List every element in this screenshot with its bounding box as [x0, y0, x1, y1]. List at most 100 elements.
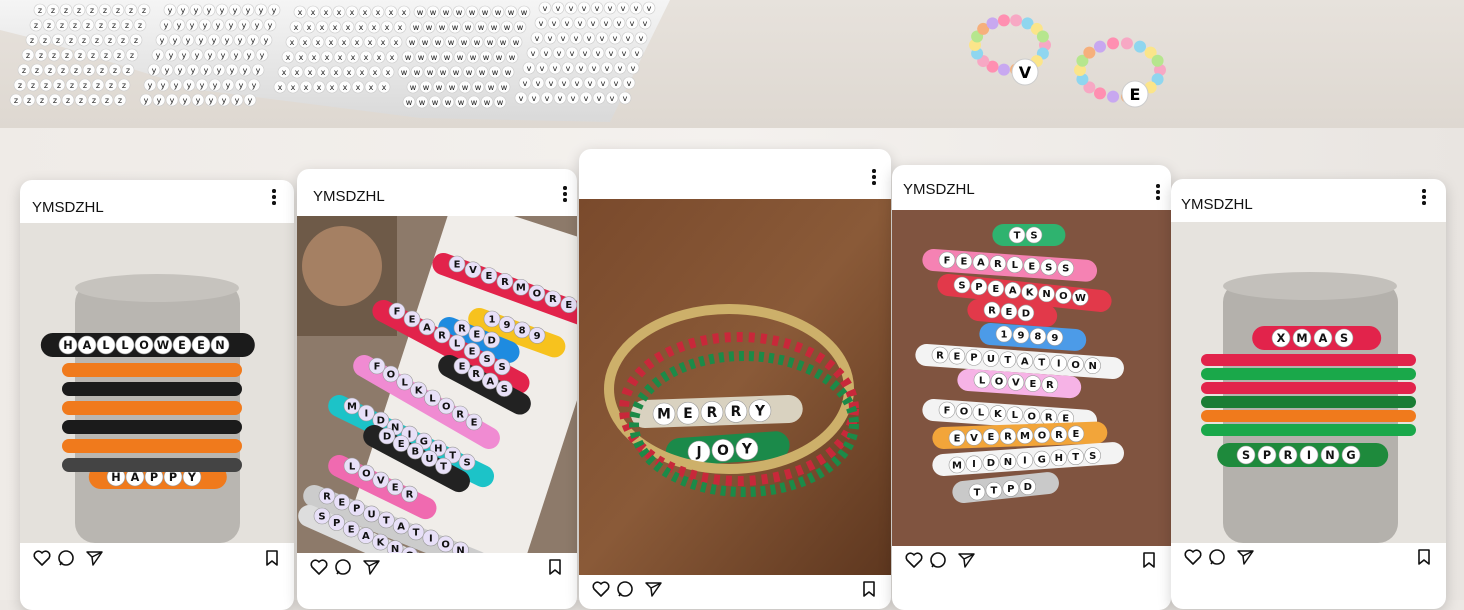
tray-bead: z — [90, 33, 104, 47]
svg-text:w: w — [461, 38, 468, 47]
send-icon[interactable] — [84, 548, 104, 568]
heart-icon[interactable] — [591, 579, 611, 599]
tray-bead: z — [33, 3, 47, 17]
tray-bead: w — [505, 50, 519, 64]
svg-text:L: L — [979, 375, 986, 386]
bookmark-icon[interactable] — [1139, 550, 1159, 570]
svg-text:v: v — [621, 4, 626, 13]
more-vertical-icon[interactable] — [872, 169, 876, 187]
svg-text:x: x — [389, 8, 394, 17]
tray-bead: z — [103, 33, 117, 47]
svg-text:V: V — [970, 433, 978, 444]
post-account-name[interactable]: YMSDZHL — [32, 199, 104, 216]
tray-bead: y — [254, 3, 268, 17]
tray-bead: y — [165, 93, 179, 107]
svg-text:A: A — [83, 339, 92, 352]
post-account-name[interactable]: YMSDZHL — [313, 188, 385, 205]
svg-text:w: w — [423, 83, 430, 92]
svg-text:z: z — [69, 36, 73, 45]
bookmark-icon[interactable] — [859, 579, 879, 599]
svg-text:x: x — [360, 68, 365, 77]
comment-icon[interactable] — [928, 550, 948, 570]
send-icon[interactable] — [643, 579, 663, 599]
svg-text:E: E — [392, 482, 399, 493]
more-vertical-icon[interactable] — [563, 186, 567, 204]
tray-bead: x — [294, 50, 308, 64]
bracelet-band — [62, 382, 242, 396]
svg-text:E: E — [197, 339, 205, 352]
comment-icon[interactable] — [1207, 547, 1227, 567]
tray-bead: z — [107, 18, 121, 32]
tray-bead: x — [312, 80, 326, 94]
tray-bead: z — [30, 63, 44, 77]
comment-icon[interactable] — [56, 548, 76, 568]
post-photo[interactable]: HALLOWEENHAPPY — [20, 223, 294, 543]
ring-letter-e: E — [1121, 80, 1149, 108]
svg-text:9: 9 — [1051, 333, 1058, 344]
send-icon[interactable] — [956, 550, 976, 570]
tray-bead: x — [315, 20, 329, 34]
post-photo[interactable]: TSFEARLESSSPEAKNOWRED1989REPUTATIONLOVER… — [892, 210, 1171, 546]
svg-text:v: v — [600, 34, 605, 43]
tray-bead: w — [409, 20, 423, 34]
tray-bead: w — [457, 35, 471, 49]
svg-text:v: v — [609, 49, 614, 58]
svg-text:y: y — [260, 51, 265, 60]
more-vertical-icon[interactable] — [1156, 184, 1160, 202]
svg-text:v: v — [604, 19, 609, 28]
post-photo[interactable]: MERRYJOY — [579, 199, 891, 575]
tray-bead: x — [324, 35, 338, 49]
heart-icon[interactable] — [309, 557, 329, 577]
heart-icon[interactable] — [1183, 547, 1203, 567]
tray-bead: z — [61, 93, 75, 107]
svg-text:L: L — [1012, 260, 1019, 271]
svg-text:y: y — [243, 66, 248, 75]
tray-bead: x — [372, 50, 386, 64]
comment-icon[interactable] — [333, 557, 353, 577]
svg-text:x: x — [304, 83, 309, 92]
svg-text:y: y — [220, 6, 225, 15]
svg-text:y: y — [170, 96, 175, 105]
tray-bead: y — [186, 63, 200, 77]
send-icon[interactable] — [1235, 547, 1255, 567]
tray-bead: v — [599, 16, 613, 30]
bookmark-icon[interactable] — [262, 548, 282, 568]
heart-icon[interactable] — [32, 548, 52, 568]
tray-bead: w — [475, 65, 489, 79]
svg-text:S: S — [318, 511, 325, 522]
post-photo[interactable]: XMASSPRING — [1171, 222, 1446, 543]
svg-text:x: x — [372, 23, 377, 32]
tray-bead: y — [194, 33, 208, 47]
svg-text:E: E — [1130, 85, 1141, 104]
tray-bead: y — [190, 48, 204, 62]
tray-bead: x — [367, 20, 381, 34]
svg-text:z: z — [91, 51, 95, 60]
post-account-name[interactable]: YMSDZHL — [1181, 196, 1253, 213]
more-vertical-icon[interactable] — [272, 189, 276, 207]
heart-icon[interactable] — [904, 550, 924, 570]
tray-bead: v — [642, 1, 656, 15]
bookmark-icon[interactable] — [1414, 547, 1434, 567]
post-account-name[interactable]: YMSDZHL — [903, 181, 975, 198]
send-icon[interactable] — [361, 557, 381, 577]
svg-text:x: x — [356, 83, 361, 92]
tray-bead: y — [229, 48, 243, 62]
svg-text:P: P — [333, 518, 340, 529]
svg-text:z: z — [100, 66, 104, 75]
tray-bead: v — [638, 16, 652, 30]
svg-text:v: v — [566, 64, 571, 73]
bookmark-icon[interactable] — [545, 557, 565, 577]
more-vertical-icon[interactable] — [1422, 189, 1426, 207]
post-photo[interactable]: EVERMORE1989REDFEARLESSERASFOLKLOREMIDNI… — [297, 216, 577, 553]
ring-bead — [1120, 37, 1133, 50]
tray-bead: x — [299, 80, 313, 94]
tray-bead: z — [78, 78, 92, 92]
svg-text:z: z — [112, 21, 116, 30]
post-card: MERRYJOY — [579, 149, 891, 609]
tray-bead: z — [48, 93, 62, 107]
svg-text:z: z — [99, 21, 103, 30]
tray-bead: w — [428, 95, 442, 109]
tray-bead: v — [579, 91, 593, 105]
comment-icon[interactable] — [615, 579, 635, 599]
tray-bead: y — [160, 63, 174, 77]
